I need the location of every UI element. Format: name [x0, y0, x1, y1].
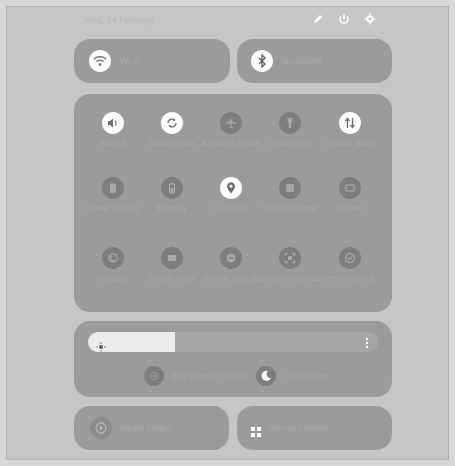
- battery-leaf-icon: [102, 177, 124, 199]
- wifi-icon: [89, 50, 111, 72]
- pencil-icon[interactable]: [312, 13, 324, 25]
- power-icon[interactable]: [338, 13, 350, 25]
- cast-icon: [161, 247, 183, 269]
- minus-circle-icon: [220, 247, 242, 269]
- dark-mode-toggle[interactable]: Dark mode: [256, 366, 328, 386]
- device-control-label: Device control: [269, 424, 327, 433]
- tile-label: Sound: [100, 139, 126, 148]
- tile-label: Do not disturb: [202, 274, 260, 283]
- wifi-label: Wi-Fi: [120, 57, 140, 66]
- data-arrows-icon: [339, 112, 361, 134]
- bluetooth-icon: [251, 50, 273, 72]
- hotspot-icon: [102, 247, 124, 269]
- flashlight-icon: [279, 112, 301, 134]
- play-icon: [90, 417, 112, 439]
- media-output-tile[interactable]: Media output: [74, 406, 229, 450]
- rotate-icon: [161, 112, 183, 134]
- wifi-tile[interactable]: Wi-Fi: [74, 39, 230, 83]
- tile-label: Flashlight: [270, 139, 310, 148]
- gear-icon[interactable]: [364, 13, 376, 25]
- header-icons: [312, 13, 376, 25]
- tile-label: Mobile data: [326, 139, 374, 148]
- tile-label: Battery: [157, 204, 187, 213]
- moon-icon: [256, 366, 276, 386]
- check-circle-icon: [339, 247, 361, 269]
- speaker-icon: [102, 112, 124, 134]
- tile-label: Screen: [336, 204, 364, 213]
- media-output-label: Media output: [120, 424, 173, 433]
- tile-label: Smart View: [149, 274, 195, 283]
- location-pin-icon: [220, 177, 242, 199]
- airplane-icon: [220, 112, 242, 134]
- tile-label: Power saving: [86, 204, 140, 213]
- battery-icon: [161, 177, 183, 199]
- kebab-icon[interactable]: [365, 335, 369, 354]
- tile-label: Secure Folder: [262, 204, 318, 213]
- scan-icon: [279, 247, 301, 269]
- tile-label: Airplane mode: [201, 139, 261, 148]
- eye-comfort-icon: [144, 366, 164, 386]
- bluetooth-label: Bluetooth: [283, 57, 322, 66]
- eye-comfort-toggle[interactable]: Eye comfort shield: [144, 366, 247, 386]
- grid-icon: [251, 422, 261, 441]
- dark-mode-label: Dark mode: [284, 371, 329, 381]
- tile-label: Location: [214, 204, 248, 213]
- brightness-slider[interactable]: [88, 332, 378, 352]
- bluetooth-tile[interactable]: Bluetooth: [237, 39, 392, 83]
- screen-icon: [339, 177, 361, 199]
- tile-label: Screen recorder: [260, 274, 324, 283]
- eye-comfort-label: Eye comfort shield: [172, 371, 247, 381]
- folder-icon: [279, 177, 301, 199]
- date-label: Wed, 14 February: [84, 16, 155, 25]
- tile-label: Performance: [324, 274, 376, 283]
- sun-icon: [96, 337, 106, 352]
- tile-label: Auto rotate: [149, 139, 195, 148]
- tile-label: Hotspot: [97, 274, 129, 283]
- device-control-tile[interactable]: Device control: [237, 406, 392, 450]
